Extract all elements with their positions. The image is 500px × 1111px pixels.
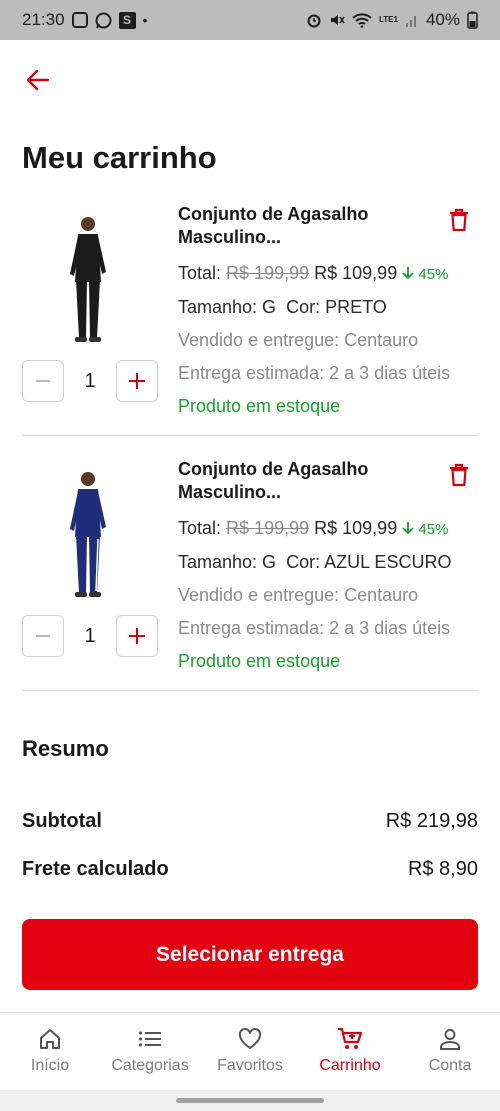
seller-line: Vendido e entregue: Centauro	[178, 330, 419, 350]
nav-item-conta[interactable]: Conta	[400, 1013, 500, 1090]
decrease-qty-button[interactable]	[22, 360, 64, 402]
nav-label: Favoritos	[217, 1057, 283, 1074]
discount-badge: 45%	[402, 521, 448, 538]
minus-icon	[36, 380, 50, 382]
battery-percent: 40%	[425, 10, 460, 29]
shipping-row: Frete calculado R$ 8,90	[22, 858, 478, 881]
heart-icon	[237, 1027, 263, 1051]
nav-label: Início	[30, 1057, 70, 1074]
product-image[interactable]	[62, 212, 114, 347]
delivery-line: Entrega estimada: 2 a 3 dias úteis	[178, 618, 451, 638]
home-gesture-bar[interactable]	[176, 1098, 324, 1103]
nav-label: Carrinho	[319, 1057, 381, 1074]
s-app-icon: S	[118, 11, 136, 29]
arrow-left-icon	[26, 69, 50, 91]
plus-icon	[129, 373, 145, 389]
alarm-icon	[306, 12, 322, 28]
quantity-stepper: 1	[22, 360, 158, 402]
notification-dot: •	[142, 12, 148, 28]
product-info: Conjunto de Agasalho Masculino... Total:…	[178, 455, 478, 678]
nav-label: Categorias	[111, 1057, 189, 1074]
price-line: Total: R$ 199,99 R$ 109,99 45%	[178, 257, 478, 291]
subtotal-value: R$ 219,98	[385, 810, 478, 832]
old-price: R$ 199,99	[226, 263, 310, 283]
price-line: Total: R$ 199,99 R$ 109,99 45%	[178, 512, 478, 546]
summary-title: Resumo	[22, 736, 109, 761]
status-time: 21:30	[22, 10, 65, 29]
product-info: Conjunto de Agasalho Masculino... Total:…	[178, 200, 478, 423]
decrease-qty-button[interactable]	[22, 615, 64, 657]
nav-item-favoritos[interactable]: Favoritos	[200, 1013, 300, 1090]
cart-item: 1 Conjunto de Agasalho Masculino... Tota…	[22, 455, 478, 690]
stock-status: Produto em estoque	[178, 396, 341, 416]
quantity-value: 1	[84, 624, 96, 647]
current-price: R$ 109,99	[314, 263, 398, 283]
divider	[22, 690, 478, 691]
remove-item-button[interactable]	[448, 463, 470, 487]
product-name[interactable]: Conjunto de Agasalho Masculino...	[178, 455, 398, 504]
total-label: Total:	[178, 263, 222, 283]
user-icon	[437, 1027, 463, 1051]
total-label: Total:	[178, 518, 222, 538]
old-price: R$ 199,99	[226, 518, 310, 538]
nav-item-inicio[interactable]: Início	[0, 1013, 100, 1090]
increase-qty-button[interactable]	[116, 615, 158, 657]
quantity-stepper: 1	[22, 615, 158, 657]
discount-badge: 45%	[402, 266, 448, 283]
page-title: Meu carrinho	[22, 140, 217, 175]
trash-icon	[450, 208, 468, 232]
arrow-down-icon	[402, 267, 414, 280]
product-image[interactable]	[62, 467, 114, 602]
cart-icon	[337, 1027, 363, 1051]
quantity-value: 1	[84, 369, 96, 392]
nav-item-carrinho[interactable]: Carrinho	[300, 1013, 400, 1090]
home-icon	[37, 1027, 63, 1051]
wifi-icon	[352, 12, 372, 28]
gesture-area	[0, 1090, 500, 1111]
plus-icon	[129, 628, 145, 644]
increase-qty-button[interactable]	[116, 360, 158, 402]
subtotal-label: Subtotal	[22, 810, 102, 832]
size-label: Tamanho: G	[178, 297, 277, 317]
cart-item: 1 Conjunto de Agasalho Masculino... Tota…	[22, 200, 478, 435]
product-name[interactable]: Conjunto de Agasalho Masculino...	[178, 200, 398, 249]
mute-icon	[329, 12, 345, 28]
volte-label: LTE1	[379, 15, 398, 24]
nav-item-categorias[interactable]: Categorias	[100, 1013, 200, 1090]
select-delivery-button[interactable]: Selecionar entrega	[22, 919, 478, 990]
status-bar: 21:30 S • LTE1 40%	[0, 0, 500, 40]
signal-icon	[405, 12, 419, 28]
delivery-line: Entrega estimada: 2 a 3 dias úteis	[178, 363, 451, 383]
shipping-label: Frete calculado	[22, 858, 169, 880]
arrow-down-icon	[402, 522, 414, 535]
trash-icon	[450, 463, 468, 487]
list-icon	[137, 1027, 163, 1051]
subtotal-row: Subtotal R$ 219,98	[22, 810, 478, 833]
battery-icon	[467, 11, 478, 29]
variant-line: Tamanho: G Cor: PRETO	[178, 291, 478, 324]
bottom-nav: Início Categorias Favoritos Carrinho Con…	[0, 1012, 500, 1090]
divider	[22, 435, 478, 436]
whatsapp-icon	[95, 12, 112, 29]
current-price: R$ 109,99	[314, 518, 398, 538]
discount-value: 45%	[418, 266, 449, 283]
instagram-icon	[71, 12, 88, 28]
shipping-value: R$ 8,90	[407, 858, 478, 880]
discount-value: 45%	[418, 521, 449, 538]
back-button[interactable]	[24, 66, 52, 94]
seller-line: Vendido e entregue: Centauro	[178, 585, 419, 605]
stock-status: Produto em estoque	[178, 651, 341, 671]
size-label: Tamanho: G	[178, 552, 277, 572]
nav-label: Conta	[428, 1057, 472, 1074]
minus-icon	[36, 635, 50, 637]
color-label: Cor: PRETO	[286, 297, 387, 317]
color-label: Cor: AZUL ESCURO	[286, 552, 452, 572]
remove-item-button[interactable]	[448, 208, 470, 232]
variant-line: Tamanho: G Cor: AZUL ESCURO	[178, 546, 478, 579]
